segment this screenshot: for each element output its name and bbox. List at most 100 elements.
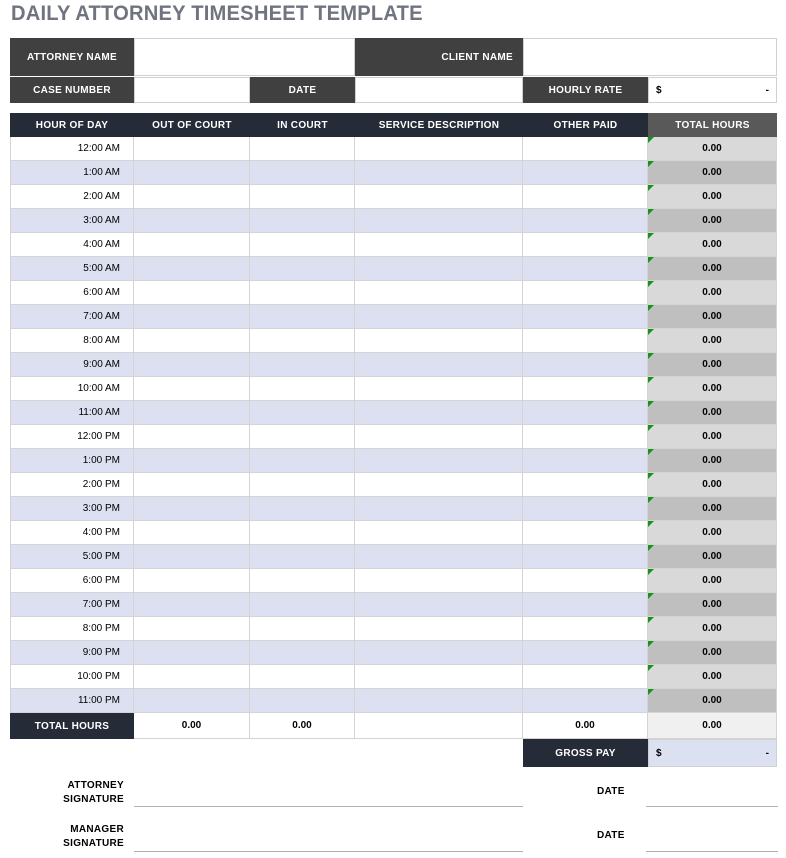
cell-other-paid[interactable] xyxy=(523,137,648,161)
cell-out-of-court[interactable] xyxy=(134,353,250,377)
cell-out-of-court[interactable] xyxy=(134,497,250,521)
cell-service-description[interactable] xyxy=(355,233,523,257)
cell-out-of-court[interactable] xyxy=(134,233,250,257)
cell-service-description[interactable] xyxy=(355,305,523,329)
cell-other-paid[interactable] xyxy=(523,425,648,449)
cell-in-court[interactable] xyxy=(250,233,355,257)
cell-service-description[interactable] xyxy=(355,593,523,617)
cell-other-paid[interactable] xyxy=(523,449,648,473)
cell-other-paid[interactable] xyxy=(523,569,648,593)
cell-out-of-court[interactable] xyxy=(134,377,250,401)
cell-service-description[interactable] xyxy=(355,425,523,449)
cell-service-description[interactable] xyxy=(355,185,523,209)
cell-service-description[interactable] xyxy=(355,449,523,473)
cell-other-paid[interactable] xyxy=(523,617,648,641)
cell-in-court[interactable] xyxy=(250,137,355,161)
cell-service-description[interactable] xyxy=(355,665,523,689)
cell-out-of-court[interactable] xyxy=(134,185,250,209)
cell-out-of-court[interactable] xyxy=(134,593,250,617)
cell-in-court[interactable] xyxy=(250,329,355,353)
hourly-rate-input[interactable]: $ - xyxy=(648,77,777,103)
cell-in-court[interactable] xyxy=(250,521,355,545)
cell-out-of-court[interactable] xyxy=(134,473,250,497)
cell-in-court[interactable] xyxy=(250,617,355,641)
cell-in-court[interactable] xyxy=(250,401,355,425)
cell-in-court[interactable] xyxy=(250,473,355,497)
cell-out-of-court[interactable] xyxy=(134,257,250,281)
cell-in-court[interactable] xyxy=(250,281,355,305)
cell-service-description[interactable] xyxy=(355,353,523,377)
cell-other-paid[interactable] xyxy=(523,593,648,617)
cell-out-of-court[interactable] xyxy=(134,209,250,233)
date-input[interactable] xyxy=(355,77,523,103)
client-name-input[interactable] xyxy=(523,38,777,76)
cell-in-court[interactable] xyxy=(250,545,355,569)
cell-service-description[interactable] xyxy=(355,161,523,185)
cell-service-description[interactable] xyxy=(355,377,523,401)
cell-in-court[interactable] xyxy=(250,593,355,617)
cell-in-court[interactable] xyxy=(250,185,355,209)
cell-in-court[interactable] xyxy=(250,305,355,329)
cell-service-description[interactable] xyxy=(355,209,523,233)
cell-in-court[interactable] xyxy=(250,209,355,233)
attorney-name-input[interactable] xyxy=(134,38,355,76)
cell-other-paid[interactable] xyxy=(523,305,648,329)
cell-out-of-court[interactable] xyxy=(134,617,250,641)
attorney-date-field[interactable] xyxy=(646,806,778,807)
cell-in-court[interactable] xyxy=(250,353,355,377)
cell-out-of-court[interactable] xyxy=(134,641,250,665)
cell-service-description[interactable] xyxy=(355,545,523,569)
cell-service-description[interactable] xyxy=(355,281,523,305)
cell-service-description[interactable] xyxy=(355,641,523,665)
cell-in-court[interactable] xyxy=(250,425,355,449)
cell-service-description[interactable] xyxy=(355,401,523,425)
cell-in-court[interactable] xyxy=(250,497,355,521)
cell-other-paid[interactable] xyxy=(523,329,648,353)
cell-in-court[interactable] xyxy=(250,449,355,473)
cell-out-of-court[interactable] xyxy=(134,689,250,713)
manager-signature-field[interactable] xyxy=(134,851,523,852)
cell-service-description[interactable] xyxy=(355,329,523,353)
cell-other-paid[interactable] xyxy=(523,209,648,233)
manager-date-field[interactable] xyxy=(646,851,778,852)
attorney-signature-field[interactable] xyxy=(134,806,523,807)
cell-service-description[interactable] xyxy=(355,569,523,593)
cell-out-of-court[interactable] xyxy=(134,161,250,185)
cell-in-court[interactable] xyxy=(250,377,355,401)
cell-other-paid[interactable] xyxy=(523,521,648,545)
cell-out-of-court[interactable] xyxy=(134,665,250,689)
cell-other-paid[interactable] xyxy=(523,497,648,521)
cell-in-court[interactable] xyxy=(250,641,355,665)
cell-in-court[interactable] xyxy=(250,689,355,713)
cell-other-paid[interactable] xyxy=(523,257,648,281)
cell-other-paid[interactable] xyxy=(523,185,648,209)
cell-in-court[interactable] xyxy=(250,569,355,593)
cell-out-of-court[interactable] xyxy=(134,137,250,161)
cell-other-paid[interactable] xyxy=(523,665,648,689)
cell-other-paid[interactable] xyxy=(523,161,648,185)
cell-other-paid[interactable] xyxy=(523,281,648,305)
cell-in-court[interactable] xyxy=(250,257,355,281)
cell-service-description[interactable] xyxy=(355,617,523,641)
cell-other-paid[interactable] xyxy=(523,689,648,713)
cell-out-of-court[interactable] xyxy=(134,329,250,353)
cell-service-description[interactable] xyxy=(355,689,523,713)
cell-other-paid[interactable] xyxy=(523,377,648,401)
cell-in-court[interactable] xyxy=(250,665,355,689)
cell-service-description[interactable] xyxy=(355,521,523,545)
cell-out-of-court[interactable] xyxy=(134,425,250,449)
cell-out-of-court[interactable] xyxy=(134,281,250,305)
cell-other-paid[interactable] xyxy=(523,401,648,425)
cell-service-description[interactable] xyxy=(355,137,523,161)
cell-service-description[interactable] xyxy=(355,497,523,521)
cell-out-of-court[interactable] xyxy=(134,401,250,425)
cell-other-paid[interactable] xyxy=(523,545,648,569)
cell-other-paid[interactable] xyxy=(523,353,648,377)
cell-service-description[interactable] xyxy=(355,257,523,281)
cell-in-court[interactable] xyxy=(250,161,355,185)
cell-other-paid[interactable] xyxy=(523,233,648,257)
cell-other-paid[interactable] xyxy=(523,641,648,665)
cell-out-of-court[interactable] xyxy=(134,569,250,593)
cell-other-paid[interactable] xyxy=(523,473,648,497)
cell-out-of-court[interactable] xyxy=(134,521,250,545)
